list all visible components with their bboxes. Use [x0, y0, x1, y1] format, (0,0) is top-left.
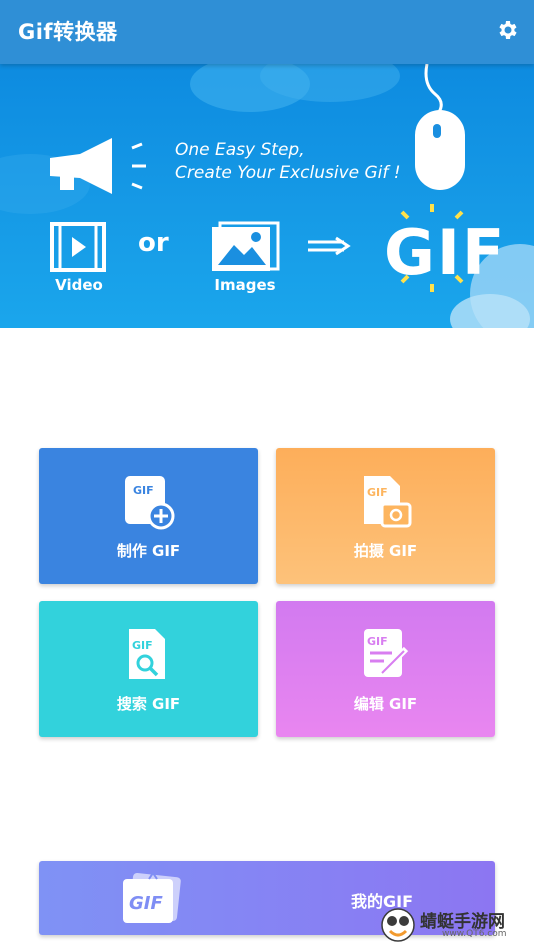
- gif-file-edit-icon: GIF: [364, 629, 409, 678]
- edit-gif-label: 编辑 GIF: [353, 695, 418, 713]
- svg-text:GIF: GIF: [129, 893, 163, 914]
- banner-line-2: Create Your Exclusive Gif !: [175, 163, 401, 183]
- arrow-right-icon: [308, 236, 351, 256]
- images-label: Images: [214, 276, 276, 294]
- watermark: 蜻蜓手游网 www.QT6.com: [378, 905, 528, 945]
- svg-text:GIF: GIF: [133, 484, 154, 497]
- svg-text:GIF: GIF: [132, 639, 153, 652]
- gif-file-search-icon: GIF: [129, 629, 165, 679]
- video-icon: [50, 222, 106, 272]
- watermark-url: www.QT6.com: [442, 929, 507, 939]
- promo-banner: One Easy Step, Create Your Exclusive Gif…: [0, 64, 534, 328]
- app-title: Gif转换器: [18, 20, 118, 44]
- shoot-gif-label: 拍摄 GIF: [353, 542, 418, 560]
- make-gif-card[interactable]: GIF 制作 GIF: [39, 448, 258, 584]
- images-icon: [212, 221, 280, 271]
- or-label: or: [138, 228, 169, 258]
- dragonfly-logo-icon: [381, 908, 415, 942]
- app-bar: Gif转换器: [0, 0, 534, 64]
- edit-gif-card[interactable]: GIF 编辑 GIF: [276, 601, 495, 737]
- svg-text:GIF: GIF: [367, 486, 388, 499]
- gif-stack-icon: GIF: [123, 873, 181, 923]
- mouse-icon: [415, 64, 465, 190]
- make-gif-label: 制作 GIF: [116, 542, 181, 560]
- settings-button[interactable]: [496, 18, 520, 42]
- gif-file-camera-icon: GIF: [364, 476, 412, 528]
- video-label: Video: [55, 276, 103, 294]
- banner-line-1: One Easy Step,: [175, 140, 305, 160]
- search-gif-label: 搜索 GIF: [116, 695, 181, 713]
- svg-text:GIF: GIF: [367, 635, 388, 648]
- shoot-gif-card[interactable]: GIF 拍摄 GIF: [276, 448, 495, 584]
- gif-banner-text: GIF: [384, 216, 507, 289]
- megaphone-icon: [50, 138, 146, 194]
- search-gif-card[interactable]: GIF 搜索 GIF: [39, 601, 258, 737]
- gear-icon: [499, 21, 517, 39]
- gif-file-plus-icon: GIF: [125, 476, 175, 530]
